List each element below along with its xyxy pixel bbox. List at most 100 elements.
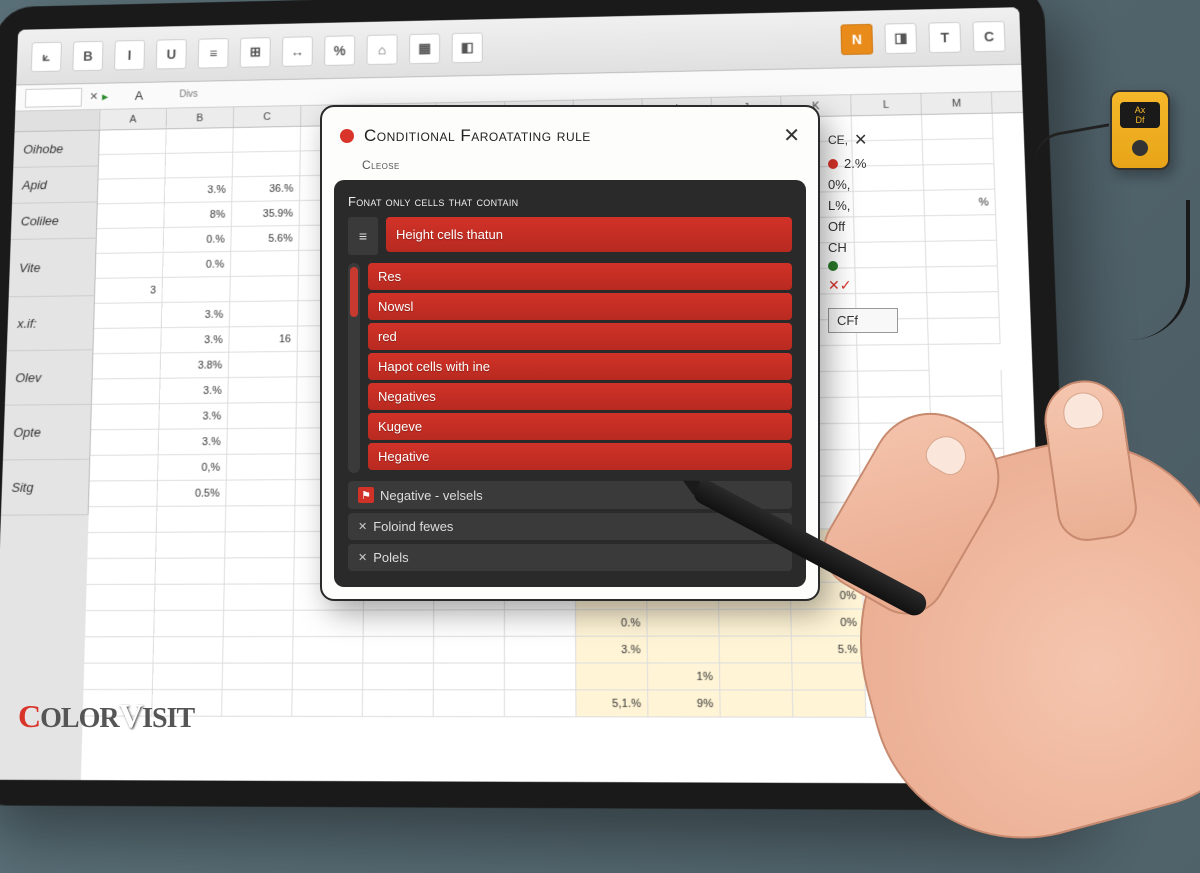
cell[interactable] [83,664,153,690]
cell[interactable] [225,558,295,584]
cell[interactable] [91,404,160,430]
cell[interactable] [92,379,161,405]
cell[interactable] [434,690,505,717]
cell[interactable]: 3.% [161,327,230,353]
row-header[interactable]: Opte [3,405,92,461]
cell[interactable]: 35.9% [232,201,300,227]
ribbon-btn-0[interactable]: ⟀ [31,41,62,71]
row-header[interactable]: Colilee [11,202,98,240]
scrollbar[interactable] [348,263,360,473]
cell[interactable] [363,664,434,691]
cell[interactable] [505,610,576,637]
cell[interactable] [225,532,295,558]
cell[interactable] [93,328,161,354]
name-box[interactable] [25,87,82,107]
cell[interactable] [227,429,296,455]
cell[interactable] [363,637,434,664]
row-header[interactable]: Apid [12,166,99,203]
cell[interactable] [364,610,435,637]
cell[interactable]: 5,1.% [576,690,648,717]
col-header[interactable]: C [234,106,302,127]
ribbon-btn-6[interactable]: ↔ [282,36,313,67]
cell[interactable] [156,532,226,558]
cell[interactable] [96,253,164,279]
cell[interactable] [230,276,299,302]
ribbon-btn-5[interactable]: ⊞ [240,37,271,68]
row-header[interactable]: x.if: [7,296,95,351]
accept-icon[interactable]: ▸ [102,89,109,104]
cell[interactable]: 3.% [162,302,231,328]
cell[interactable] [925,215,997,242]
menu-icon[interactable]: ≡ [348,217,378,255]
cell[interactable] [96,228,164,254]
cell[interactable]: 0.% [163,252,231,278]
cell[interactable]: 0.% [576,610,648,637]
cell[interactable]: 0,% [158,455,227,481]
cell[interactable] [434,610,505,637]
cell[interactable] [923,164,995,191]
cell[interactable]: 1% [648,663,720,690]
cell[interactable]: 16 [229,327,298,353]
cell[interactable] [505,664,576,691]
cell[interactable] [292,690,363,717]
cell[interactable] [226,480,296,506]
cell[interactable] [154,611,224,637]
cell[interactable] [153,664,223,691]
cell[interactable] [97,203,165,229]
cell[interactable] [94,303,162,329]
cell[interactable] [293,664,364,691]
cell[interactable] [87,559,157,585]
cell[interactable] [223,637,293,664]
cell[interactable] [229,352,298,378]
cell[interactable] [157,506,226,532]
rule-option[interactable]: Kugeve [368,413,792,440]
cell[interactable] [89,481,158,507]
cell[interactable] [434,664,505,691]
cell[interactable] [923,139,995,166]
ribbon-btn-3[interactable]: U [156,39,187,69]
ribbon-right-c[interactable]: C [972,20,1005,51]
cell[interactable] [155,585,225,611]
cell[interactable] [85,611,155,637]
row-header[interactable]: Vite [9,239,97,298]
cell[interactable] [434,637,505,664]
cell[interactable]: 3.% [159,429,228,455]
cell[interactable]: 3.% [159,404,228,430]
cell[interactable] [505,690,577,717]
cell[interactable] [84,637,154,663]
rule-option[interactable]: Hapot cells with ine [368,353,792,380]
cell[interactable] [230,301,299,327]
cell[interactable] [228,377,297,403]
cell[interactable] [227,454,296,480]
cell[interactable] [99,129,166,155]
cell[interactable] [233,151,301,177]
cell[interactable] [162,277,230,303]
cell[interactable]: 5.6% [231,226,299,252]
cell[interactable] [154,637,224,663]
cell[interactable] [226,506,296,532]
ribbon-btn-11[interactable]: ◨ [884,22,917,53]
cell[interactable] [88,507,157,533]
cell[interactable]: 0.5% [157,481,226,507]
cell[interactable] [87,533,156,559]
cell[interactable] [927,266,999,293]
ribbon-btn-1[interactable]: B [72,40,103,70]
cell[interactable] [90,430,159,456]
cell[interactable] [231,251,299,277]
ribbon-btn-10[interactable]: ◧ [452,32,483,63]
ribbon-btn-orange[interactable]: N [840,23,873,54]
col-header[interactable]: B [167,107,234,128]
rule-option[interactable]: Hegative [368,443,792,470]
cell[interactable] [576,663,648,690]
cell[interactable] [233,127,301,153]
cell[interactable] [363,690,434,717]
cell[interactable] [98,154,166,180]
rule-option[interactable]: Height cells thatun [386,217,792,252]
cell[interactable] [155,558,225,584]
rule-option[interactable]: Nowsl [368,293,792,320]
row-header[interactable]: Olev [5,350,94,405]
cell[interactable] [93,353,162,379]
ribbon-right-t[interactable]: T [928,21,961,52]
col-header[interactable]: L [851,94,922,116]
ribbon-btn-4[interactable]: ≡ [198,38,229,69]
